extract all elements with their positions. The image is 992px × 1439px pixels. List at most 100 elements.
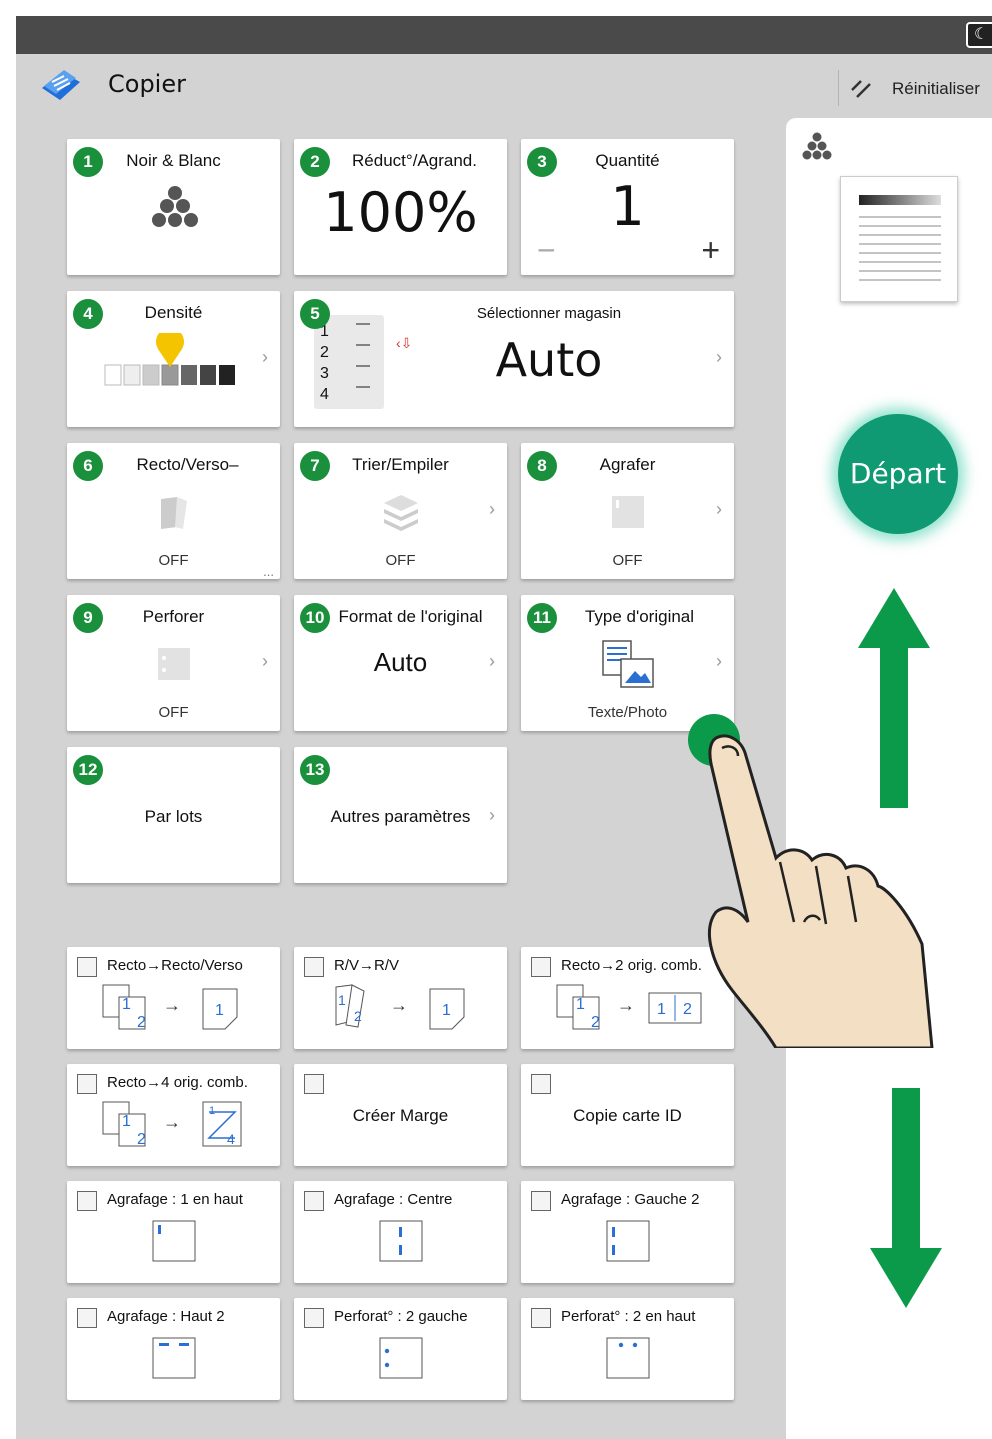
shortcut-label: Perforat° : 2 en haut <box>561 1308 696 1325</box>
svg-text:1: 1 <box>442 1002 451 1019</box>
paper-tray-tile[interactable]: 5 Sélectionner magasin Auto 1 2 3 4 ‹⇩ › <box>294 291 734 427</box>
svg-text:→: → <box>163 995 181 1015</box>
punch-page-icon <box>158 648 190 680</box>
step-badge-12: 12 <box>73 755 103 785</box>
batch-tile[interactable]: 12 Par lots <box>67 747 280 883</box>
step-badge-7: 7 <box>300 451 330 481</box>
shortcut-label: Copie carte ID <box>573 1106 682 1125</box>
batch-title: Par lots <box>144 807 203 826</box>
duplex-illustration-icon: 1 2 → 1 <box>102 984 238 1031</box>
shortcut-2-sided-to-2-sided[interactable]: R/V→R/V 1 2 → 1 <box>294 947 507 1049</box>
original-size-tile[interactable]: 10 Format de l'original Auto › <box>294 595 507 731</box>
shortcut-checkbox[interactable] <box>77 1308 97 1328</box>
staple-left-icon <box>606 1220 650 1262</box>
tray-label: 3 <box>320 365 329 382</box>
tray-stack-icon: 1 2 3 4 <box>314 315 384 409</box>
color-mode-tile[interactable]: 1 Noir & Blanc <box>67 139 280 275</box>
chevron-right-icon: › <box>262 651 268 671</box>
shortcut-checkbox[interactable] <box>304 1308 324 1328</box>
tray-numbers: 1 2 3 4 <box>320 321 329 405</box>
sort-stack-tile[interactable]: 7 Trier/Empiler › OFF <box>294 443 507 579</box>
reset-label: Réinitialiser <box>892 79 980 98</box>
reset-button[interactable]: Réinitialiser <box>848 74 980 104</box>
quantity-value: 1 <box>610 175 645 238</box>
shortcut-checkbox[interactable] <box>531 1308 551 1328</box>
quantity-tile[interactable]: 3 Quantité 1 − + <box>521 139 734 275</box>
shortcut-staple-center[interactable]: Agrafage : Centre <box>294 1181 507 1283</box>
shortcut-create-margin[interactable]: Créer Marge <box>294 1064 507 1166</box>
duplex-illustration-icon: 1 2 → 1 <box>335 984 465 1030</box>
copy-preview-thumbnail[interactable] <box>840 176 958 302</box>
shortcut-checkbox[interactable] <box>77 1191 97 1211</box>
shortcut-label: Agrafage : Gauche 2 <box>561 1191 700 1208</box>
shortcut-label: Agrafage : 1 en haut <box>107 1191 243 1208</box>
duplex-tile[interactable]: 6 Recto/Verso– OFF ... <box>67 443 280 579</box>
shortcut-checkbox[interactable] <box>531 1074 551 1094</box>
step-badge-5: 5 <box>300 299 330 329</box>
punch-left-icon <box>379 1337 423 1379</box>
paper-tray-value: Auto <box>495 333 603 387</box>
shortcut-label: Agrafage : Haut 2 <box>107 1308 225 1325</box>
paper-tray-title: Sélectionner magasin <box>476 305 622 322</box>
chevron-right-icon: › <box>489 651 495 671</box>
tap-hand-icon <box>688 714 934 1048</box>
step-badge-4: 4 <box>73 299 103 329</box>
shortcut-1-sided-to-2-sided[interactable]: Recto→Recto/Verso 1 2 → 1 <box>67 947 280 1049</box>
chevron-right-icon: › <box>716 499 722 519</box>
tray-label: 4 <box>320 386 329 403</box>
start-button[interactable]: Départ <box>838 414 958 534</box>
shortcut-checkbox[interactable] <box>77 1074 97 1094</box>
zoom-title: Réduct°/Agrand. <box>352 151 477 170</box>
original-size-value: Auto <box>373 647 428 677</box>
svg-text:1: 1 <box>122 1113 131 1130</box>
shortcut-checkbox[interactable] <box>531 957 551 977</box>
svg-text:1: 1 <box>576 996 585 1013</box>
shortcut-id-card-copy[interactable]: Copie carte ID <box>521 1064 734 1166</box>
step-badge-9: 9 <box>73 603 103 633</box>
shortcut-label: Recto→4 orig. comb. <box>107 1074 248 1091</box>
svg-text:2: 2 <box>591 1014 600 1031</box>
density-slider[interactable] <box>103 333 243 391</box>
other-settings-title: Autres paramètres <box>330 807 471 826</box>
more-icon: ... <box>263 564 274 579</box>
chevron-right-icon: › <box>262 347 268 367</box>
shortcut-combine-4[interactable]: Recto→4 orig. comb. 1 2 → 1 4 <box>67 1064 280 1166</box>
shortcut-checkbox[interactable] <box>77 957 97 977</box>
duplex-page-icon <box>161 497 187 529</box>
sort-stack-state: OFF <box>385 552 416 569</box>
shortcut-checkbox[interactable] <box>531 1191 551 1211</box>
density-tile[interactable]: 4 Densité › <box>67 291 280 427</box>
header-divider <box>838 70 839 106</box>
step-badge-2: 2 <box>300 147 330 177</box>
quantity-increment-button[interactable]: + <box>701 232 720 269</box>
svg-text:1: 1 <box>657 1001 666 1018</box>
black-toner-icon <box>152 186 198 227</box>
step-badge-11: 11 <box>527 603 557 633</box>
document-preview-icon <box>859 195 941 281</box>
shortcut-checkbox[interactable] <box>304 1074 324 1094</box>
shortcut-punch-top-2[interactable]: Perforat° : 2 en haut <box>521 1298 734 1400</box>
staple-top-2-icon <box>152 1337 196 1379</box>
arrow-down-icon <box>870 1088 942 1308</box>
punch-tile[interactable]: 9 Perforer › OFF <box>67 595 280 731</box>
shortcut-staple-left-2[interactable]: Agrafage : Gauche 2 <box>521 1181 734 1283</box>
app-title: Copier <box>108 70 186 98</box>
shortcut-label: Agrafage : Centre <box>334 1191 453 1208</box>
chevron-right-icon: › <box>489 499 495 519</box>
shortcut-checkbox[interactable] <box>304 1191 324 1211</box>
other-settings-tile[interactable]: 13 Autres paramètres › <box>294 747 507 883</box>
duplex-state: OFF <box>158 552 189 569</box>
shortcut-checkbox[interactable] <box>304 957 324 977</box>
staple-tile[interactable]: 8 Agrafer › OFF <box>521 443 734 579</box>
svg-text:2: 2 <box>137 1131 146 1148</box>
shortcut-punch-left-2[interactable]: Perforat° : 2 gauche <box>294 1298 507 1400</box>
quantity-decrement-button[interactable]: − <box>537 232 556 269</box>
svg-text:→: → <box>390 995 408 1015</box>
shortcut-staple-top-1[interactable]: Agrafage : 1 en haut <box>67 1181 280 1283</box>
zoom-tile[interactable]: 2 Réduct°/Agrand. 100% <box>294 139 507 275</box>
moon-icon[interactable]: ☾ <box>966 22 992 48</box>
shortcut-staple-top-2[interactable]: Agrafage : Haut 2 <box>67 1298 280 1400</box>
original-size-title: Format de l'original <box>338 607 483 626</box>
tray-label: 2 <box>320 344 329 361</box>
top-status-bar: ☾ <box>16 16 992 54</box>
